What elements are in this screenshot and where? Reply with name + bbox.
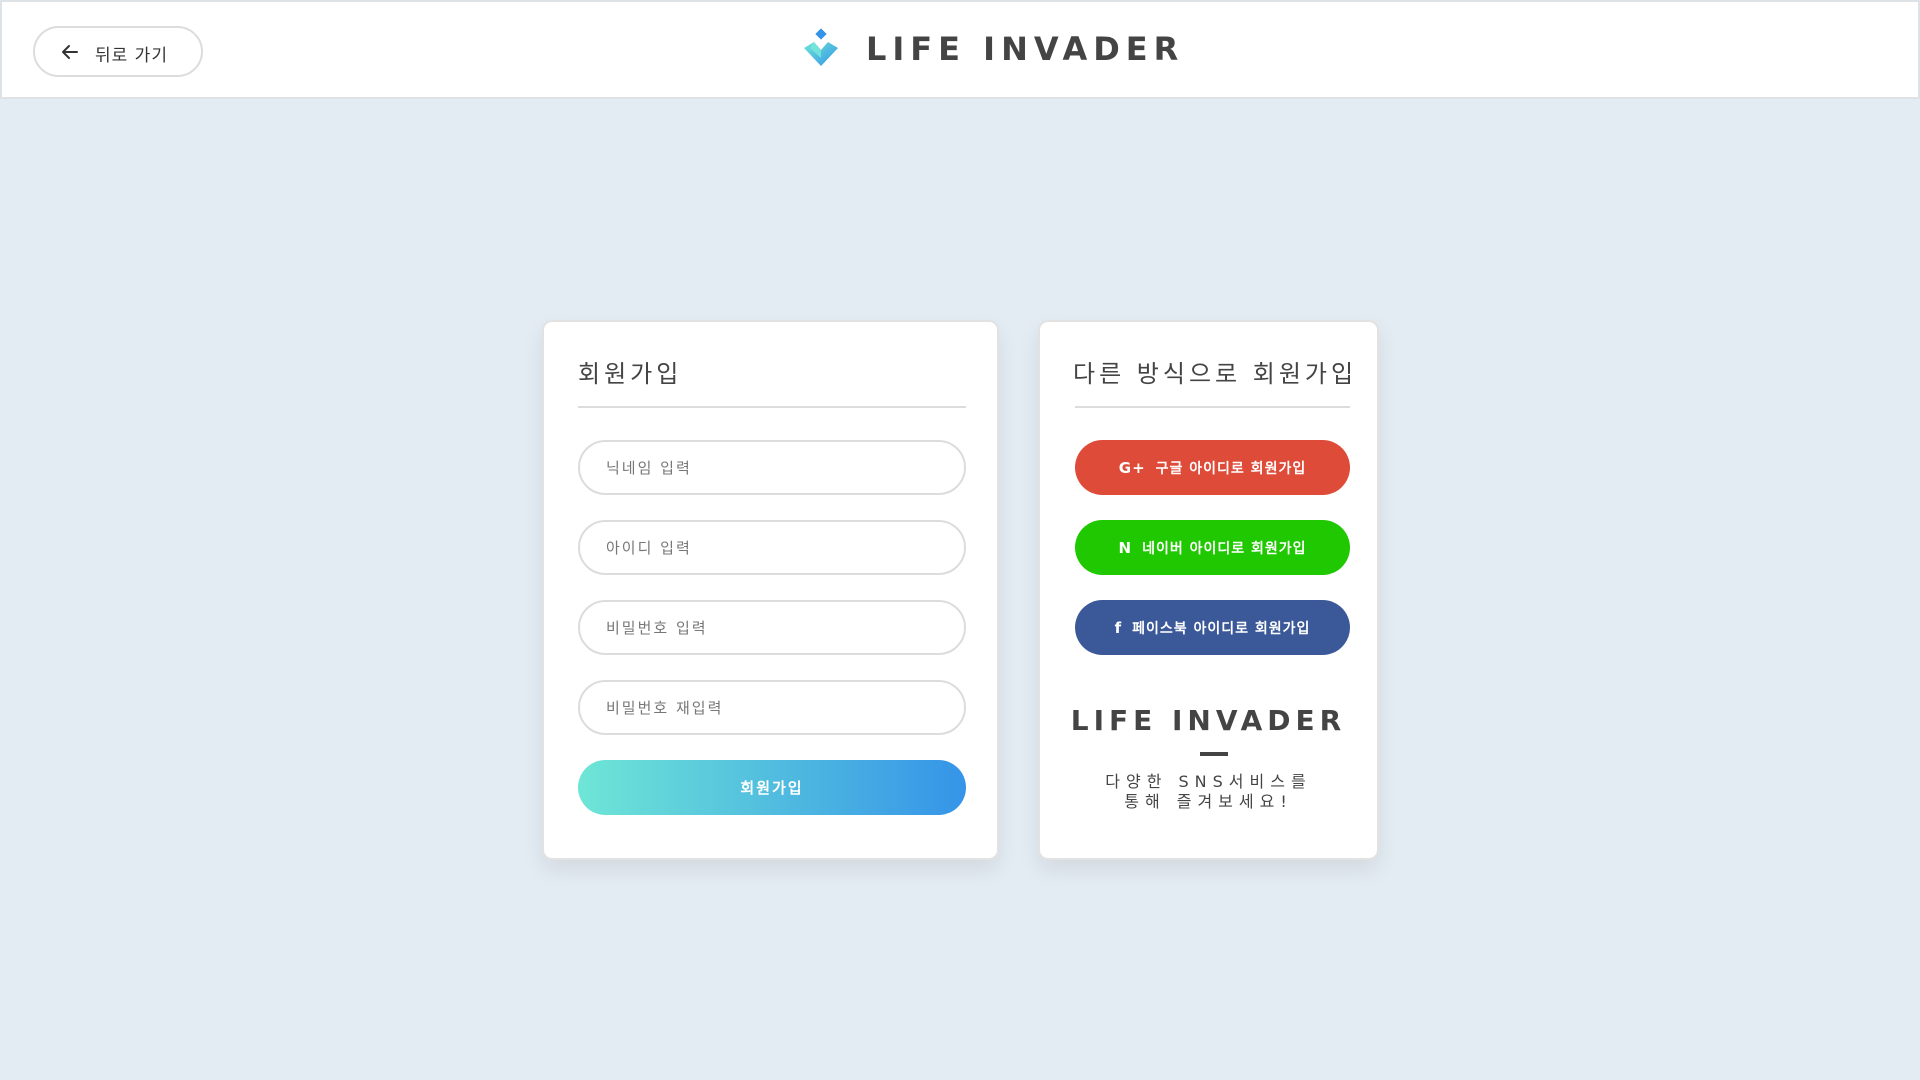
- brand: LIFE INVADER: [800, 28, 1184, 70]
- alt-signup-card: 다른 방식으로 회원가입 G+ 구글 아이디로 회원가입 N 네이버 아이디로 …: [1038, 320, 1379, 860]
- naver-signup-button[interactable]: N 네이버 아이디로 회원가입: [1075, 520, 1350, 575]
- promo-line-1: 다양한 SNS서비스를: [1105, 772, 1312, 791]
- promo-text: 다양한 SNS서비스를 통해 즐겨보세요!: [1040, 772, 1377, 812]
- promo-brand-name: LIFE INVADER: [1070, 704, 1347, 737]
- facebook-icon: f: [1114, 618, 1123, 637]
- naver-icon: N: [1118, 538, 1133, 557]
- nickname-input[interactable]: [578, 440, 966, 495]
- signup-card: 회원가입 회원가입: [542, 320, 999, 860]
- signup-divider: [578, 406, 966, 408]
- brand-logo-icon: [804, 28, 838, 66]
- top-header: 뒤로 가기 LIFE INVADER: [0, 0, 1920, 99]
- promo-divider: [1200, 752, 1228, 756]
- facebook-signup-button[interactable]: f 페이스북 아이디로 회원가입: [1075, 600, 1350, 655]
- brand-name: LIFE INVADER: [866, 30, 1185, 68]
- id-input[interactable]: [578, 520, 966, 575]
- password-confirm-input[interactable]: [578, 680, 966, 735]
- password-input[interactable]: [578, 600, 966, 655]
- google-signup-button[interactable]: G+ 구글 아이디로 회원가입: [1075, 440, 1350, 495]
- promo-line-2: 통해 즐겨보세요!: [1124, 792, 1293, 811]
- alt-signup-title: 다른 방식으로 회원가입: [1073, 360, 1358, 388]
- naver-signup-label: 네이버 아이디로 회원가입: [1142, 540, 1307, 557]
- google-signup-label: 구글 아이디로 회원가입: [1155, 460, 1307, 477]
- google-plus-icon: G+: [1118, 458, 1146, 477]
- back-button[interactable]: 뒤로 가기: [33, 26, 203, 77]
- signup-submit-button[interactable]: 회원가입: [578, 760, 966, 815]
- alt-signup-divider: [1075, 406, 1350, 408]
- back-button-label: 뒤로 가기: [95, 46, 168, 66]
- signup-title: 회원가입: [578, 360, 683, 388]
- arrow-left-icon: [62, 45, 78, 59]
- facebook-signup-label: 페이스북 아이디로 회원가입: [1132, 620, 1311, 637]
